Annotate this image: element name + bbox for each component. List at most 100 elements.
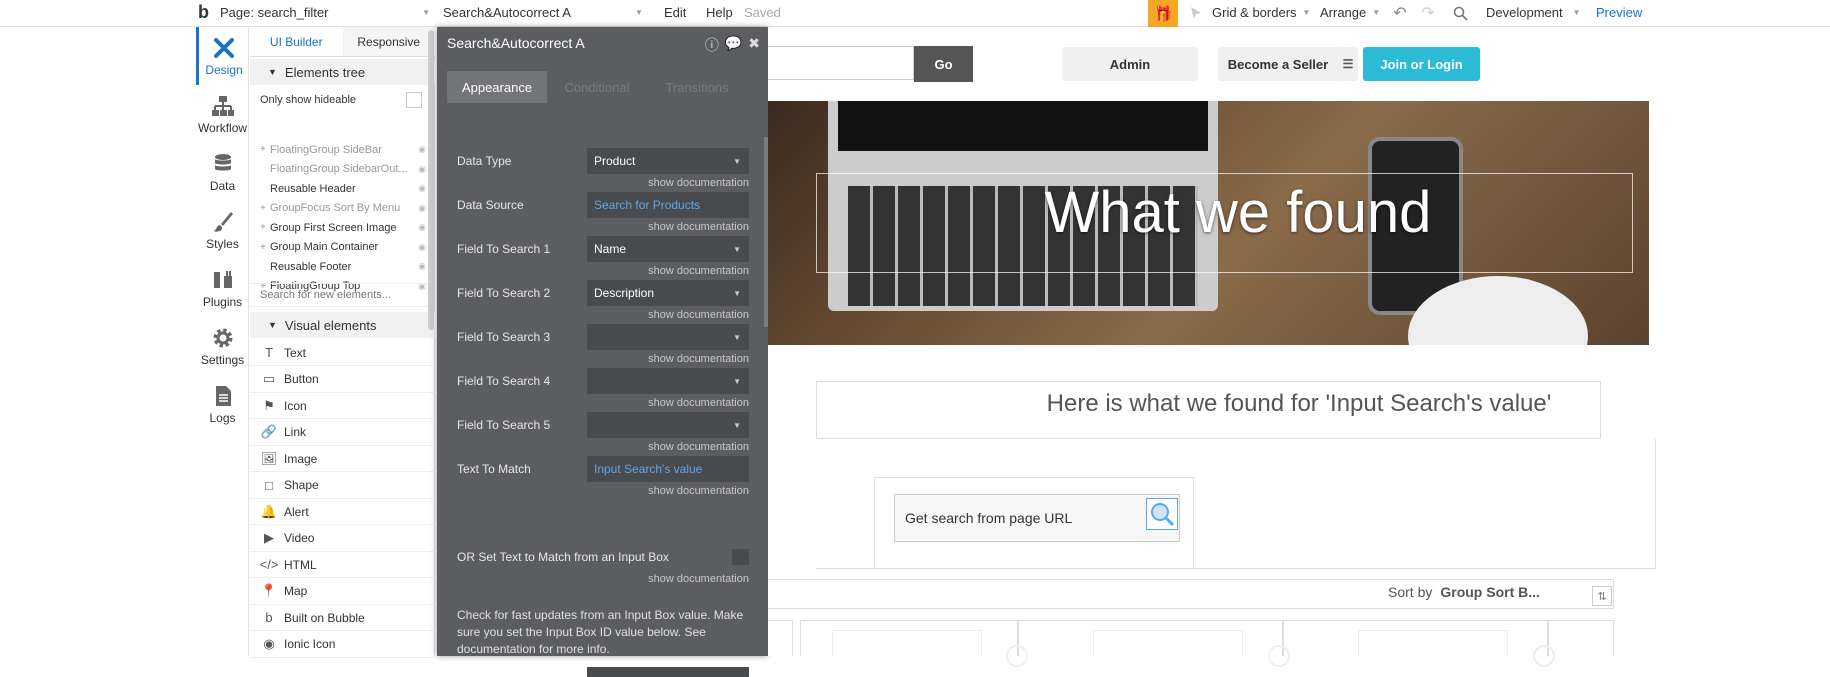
eye-icon[interactable]: ◉ [418,144,426,155]
info-icon[interactable]: ⓘ [705,35,719,55]
visual-element-item[interactable]: T Text [250,340,435,366]
tree-item[interactable]: Reusable Header ◉ [250,179,430,198]
preview-link[interactable]: Preview [1596,0,1642,24]
undo-icon[interactable]: ↶ [1389,3,1411,23]
tree-item[interactable]: + Group First Screen Image ◉ [250,218,430,237]
become-seller-button[interactable]: Become a Seller [1218,47,1338,81]
visual-elements-header[interactable]: ▼ Visual elements [250,312,435,338]
property-field[interactable]: ▼ [587,412,749,438]
visual-element-item[interactable]: ▶ Video [250,526,435,552]
sort-by-label: Sort by [1388,584,1433,600]
visual-element-label: Video [284,531,315,545]
elements-tree-header[interactable]: ▼ Elements tree [250,59,435,85]
close-icon[interactable]: ✖ [748,35,760,55]
go-button[interactable]: Go [914,46,973,82]
eye-icon[interactable]: ◉ [418,261,426,272]
cursor-icon[interactable] [1185,3,1207,23]
show-documentation-link[interactable]: show documentation [637,441,749,453]
show-documentation-link[interactable]: show documentation [637,485,749,497]
tree-item[interactable]: + Group Main Container ◉ [250,238,430,257]
product-card[interactable] [1548,620,1614,656]
list-icon[interactable]: ☰ [1338,47,1358,81]
next-field[interactable] [587,667,749,677]
eye-icon[interactable]: ◉ [418,222,426,233]
visual-element-item[interactable]: 🔔 Alert [250,499,435,525]
gift-icon[interactable]: 🎁 [1148,0,1178,27]
tab-ui-builder[interactable]: UI Builder [250,27,343,56]
show-documentation-link[interactable]: show documentation [637,265,749,277]
show-documentation-link[interactable]: show documentation [637,177,749,189]
visual-element-item[interactable]: </> HTML [250,552,435,578]
plus-icon[interactable]: + [260,203,270,214]
tree-item[interactable]: + FloatingGroup SideBar ◉ [250,140,430,159]
show-documentation-link[interactable]: show documentation [637,397,749,409]
menu-edit[interactable]: Edit [664,0,686,24]
property-field[interactable]: ▼ [587,368,749,394]
plus-icon[interactable]: + [260,222,270,233]
search-icon[interactable] [1449,3,1471,23]
search-elements-input[interactable]: Search for new elements... [250,283,430,307]
page-selector[interactable]: Page: search_filter ▼ [220,0,430,24]
property-field[interactable]: Product ▼ [587,148,749,174]
admin-button[interactable]: Admin [1062,47,1198,81]
arrange-menu[interactable]: Arrange ▼ [1320,0,1380,24]
tab-transitions[interactable]: Transitions [647,71,747,103]
property-field[interactable]: Search for Products [587,192,749,218]
plus-icon[interactable]: + [260,144,270,155]
or-set-text-checkbox[interactable] [732,549,749,565]
show-documentation-link[interactable]: show documentation [637,353,749,365]
visual-element-item[interactable]: ◉ Ionic Icon [250,632,435,658]
product-card[interactable] [768,620,793,656]
show-documentation-link[interactable]: show documentation [637,573,749,585]
tree-item-label: FloatingGroup SidebarOut... [270,163,408,175]
environment-selector[interactable]: Development ▼ [1486,0,1581,24]
redo-icon[interactable]: ↷ [1417,3,1439,23]
tab-responsive[interactable]: Responsive [342,27,435,56]
property-field[interactable]: Name ▼ [587,236,749,262]
bubble-logo-icon[interactable]: b [198,0,209,24]
eye-icon[interactable]: ◉ [418,183,426,194]
visual-element-item[interactable]: 🖼 Image [250,446,435,472]
property-value: Description [594,286,655,300]
visual-element-item[interactable]: 🔗 Link [250,420,435,446]
header-search-input[interactable] [768,46,914,80]
sort-by-control[interactable]: Sort by Group Sort B... [1388,584,1540,600]
property-field[interactable]: Description ▼ [587,280,749,306]
show-documentation-link[interactable]: show documentation [637,309,749,321]
tree-item[interactable]: Reusable Footer ◉ [250,257,430,276]
eye-icon[interactable]: ◉ [418,242,426,253]
visual-element-item[interactable]: 📍 Map [250,579,435,605]
join-login-button[interactable]: Join or Login [1363,47,1480,81]
nav-data[interactable]: Data [196,143,249,201]
property-field[interactable]: Input Search's value [587,456,749,482]
element-selector[interactable]: Search&Autocorrect A ▼ [443,0,643,24]
visual-element-item[interactable]: ▭ Button [250,367,435,393]
visual-element-item[interactable]: ⚑ Icon [250,393,435,419]
comment-icon[interactable]: 💬 [725,35,742,55]
only-hideable-row[interactable]: Only show hideable [250,89,430,111]
only-hideable-checkbox[interactable] [406,92,422,108]
eye-icon[interactable]: ◉ [418,164,426,175]
property-field[interactable]: ▼ [587,324,749,350]
show-documentation-link[interactable]: show documentation [637,221,749,233]
tree-item[interactable]: + GroupFocus Sort By Menu ◉ [250,199,430,218]
visual-element-item[interactable]: b Built on Bubble [250,605,435,631]
grid-borders-menu[interactable]: Grid & borders ▼ [1212,0,1310,24]
nav-plugins[interactable]: Plugins [196,259,249,317]
nav-styles[interactable]: Styles [196,201,249,259]
nav-design[interactable]: Design [196,27,249,85]
eye-icon[interactable]: ◉ [418,203,426,214]
plus-icon[interactable]: + [260,242,270,253]
panel-scrollbar[interactable] [428,30,434,330]
tab-conditional[interactable]: Conditional [547,71,647,103]
visual-element-item[interactable]: □ Shape [250,473,435,499]
tab-appearance[interactable]: Appearance [447,71,547,103]
url-search-group[interactable]: Get search from page URL [894,494,1180,542]
nav-logs[interactable]: Logs [196,375,249,433]
tree-item[interactable]: FloatingGroup SidebarOut... ◉ [250,160,430,179]
magnifier-icon[interactable] [1146,498,1178,530]
sort-icon[interactable]: ⇅ [1592,586,1612,606]
menu-help[interactable]: Help [706,0,733,24]
nav-settings[interactable]: Settings [196,317,249,375]
nav-workflow[interactable]: Workflow [196,85,249,143]
